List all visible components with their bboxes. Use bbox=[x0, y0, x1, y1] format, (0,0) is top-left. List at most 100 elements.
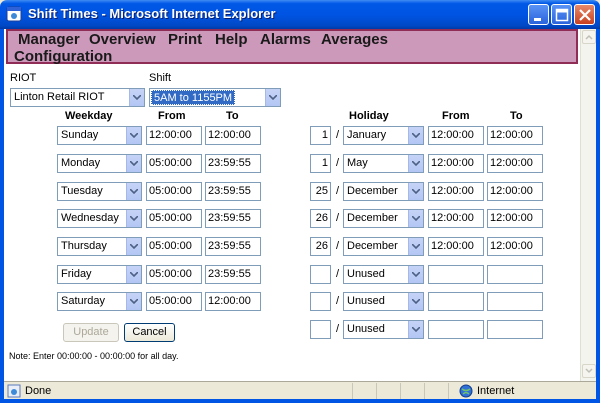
menu-item-manager[interactable]: Manager bbox=[18, 31, 80, 48]
holiday-to-input[interactable]: 12:00:00 bbox=[487, 154, 543, 173]
weekday-to-input[interactable]: 23:59:55 bbox=[205, 154, 261, 173]
holiday-day-input[interactable] bbox=[310, 292, 331, 311]
weekday-dropdown-button[interactable] bbox=[126, 266, 141, 283]
holiday-month-select[interactable]: December bbox=[343, 182, 424, 201]
weekday-from-input[interactable]: 05:00:00 bbox=[146, 237, 202, 256]
holiday-month-dropdown-button[interactable] bbox=[408, 210, 423, 227]
holiday-from-input[interactable] bbox=[428, 292, 484, 311]
weekday-dropdown-button[interactable] bbox=[126, 210, 141, 227]
holiday-to-input[interactable] bbox=[487, 265, 543, 284]
scroll-up-button[interactable] bbox=[582, 30, 596, 44]
weekday-to-input[interactable]: 23:59:55 bbox=[205, 265, 261, 284]
holiday-month-select[interactable]: Unused bbox=[343, 265, 424, 284]
vertical-scrollbar[interactable] bbox=[580, 29, 596, 381]
weekday-to-input[interactable]: 23:59:55 bbox=[205, 209, 261, 228]
holiday-day-input[interactable]: 26 bbox=[310, 209, 331, 228]
holiday-month-dropdown-button[interactable] bbox=[408, 266, 423, 283]
holiday-from-input[interactable]: 12:00:00 bbox=[428, 237, 484, 256]
holiday-month-dropdown-button[interactable] bbox=[408, 155, 423, 172]
holiday-month-value: Unused bbox=[347, 323, 385, 335]
holiday-to-input[interactable] bbox=[487, 292, 543, 311]
holiday-month-select[interactable]: December bbox=[343, 237, 424, 256]
weekday-to-input[interactable]: 23:59:55 bbox=[205, 182, 261, 201]
weekday-from-input[interactable]: 12:00:00 bbox=[146, 126, 202, 145]
weekday-select[interactable]: Thursday bbox=[57, 237, 142, 256]
menu-item-overview[interactable]: Overview bbox=[89, 31, 156, 48]
menu-item-print[interactable]: Print bbox=[168, 31, 202, 48]
holiday-month-dropdown-button[interactable] bbox=[408, 293, 423, 310]
weekday-select[interactable]: Monday bbox=[57, 154, 142, 173]
weekday-from-input[interactable]: 05:00:00 bbox=[146, 182, 202, 201]
holiday-from-input[interactable]: 12:00:00 bbox=[428, 154, 484, 173]
weekday-from-input[interactable]: 05:00:00 bbox=[146, 292, 202, 311]
menu-item-help[interactable]: Help bbox=[215, 31, 248, 48]
holiday-to-input[interactable]: 12:00:00 bbox=[487, 126, 543, 145]
holiday-month-value: December bbox=[347, 212, 398, 224]
holiday-day-input[interactable]: 1 bbox=[310, 154, 331, 173]
holiday-to-input[interactable]: 12:00:00 bbox=[487, 209, 543, 228]
weekday-dropdown-button[interactable] bbox=[126, 183, 141, 200]
weekday-dropdown-button[interactable] bbox=[126, 293, 141, 310]
menu-item-configuration[interactable]: Configuration bbox=[14, 48, 112, 65]
weekday-to-input[interactable]: 12:00:00 bbox=[205, 126, 261, 145]
holiday-month-select[interactable]: January bbox=[343, 126, 424, 145]
holiday-to-input[interactable]: 12:00:00 bbox=[487, 237, 543, 256]
minimize-button[interactable] bbox=[528, 4, 549, 25]
shift-dropdown-button[interactable] bbox=[265, 89, 280, 106]
holiday-day-input[interactable]: 1 bbox=[310, 126, 331, 145]
menu-item-averages[interactable]: Averages bbox=[321, 31, 388, 48]
holiday-day-input[interactable]: 26 bbox=[310, 237, 331, 256]
weekday-value: Thursday bbox=[61, 240, 107, 252]
weekday-select[interactable]: Saturday bbox=[57, 292, 142, 311]
holiday-month-select[interactable]: December bbox=[343, 209, 424, 228]
update-button[interactable]: Update bbox=[63, 323, 119, 342]
maximize-button[interactable] bbox=[551, 4, 572, 25]
weekday-select[interactable]: Wednesday bbox=[57, 209, 142, 228]
holiday-to-input[interactable]: 12:00:00 bbox=[487, 182, 543, 201]
weekday-from-input[interactable]: 05:00:00 bbox=[146, 209, 202, 228]
holiday-month-select[interactable]: Unused bbox=[343, 320, 424, 339]
holiday-from-input[interactable] bbox=[428, 265, 484, 284]
holiday-to-input[interactable] bbox=[487, 320, 543, 339]
holiday-month-select[interactable]: Unused bbox=[343, 292, 424, 311]
holiday-day-input[interactable]: 25 bbox=[310, 182, 331, 201]
holiday-from-value: 12:00:00 bbox=[431, 129, 474, 141]
menu-item-alarms[interactable]: Alarms bbox=[260, 31, 311, 48]
riot-dropdown-button[interactable] bbox=[129, 89, 144, 106]
weekday-select[interactable]: Tuesday bbox=[57, 182, 142, 201]
holiday-from-input[interactable]: 12:00:00 bbox=[428, 209, 484, 228]
holiday-month-dropdown-button[interactable] bbox=[408, 321, 423, 338]
weekday-to-input[interactable]: 12:00:00 bbox=[205, 292, 261, 311]
weekday-dropdown-button[interactable] bbox=[126, 238, 141, 255]
holiday-from-input[interactable]: 12:00:00 bbox=[428, 126, 484, 145]
riot-select[interactable]: Linton Retail RIOT bbox=[10, 88, 145, 107]
weekday-select[interactable]: Sunday bbox=[57, 126, 142, 145]
date-separator: / bbox=[336, 157, 340, 169]
holiday-to-header: To bbox=[510, 110, 523, 122]
weekday-to-input[interactable]: 23:59:55 bbox=[205, 237, 261, 256]
holiday-month-dropdown-button[interactable] bbox=[408, 127, 423, 144]
holiday-day-input[interactable] bbox=[310, 320, 331, 339]
weekday-from-input[interactable]: 05:00:00 bbox=[146, 154, 202, 173]
close-button[interactable] bbox=[574, 4, 595, 25]
weekday-value: Saturday bbox=[61, 295, 106, 307]
holiday-from-value: 12:00:00 bbox=[431, 157, 474, 169]
title-bar[interactable]: Shift Times - Microsoft Internet Explore… bbox=[0, 0, 600, 29]
holiday-month-dropdown-button[interactable] bbox=[408, 238, 423, 255]
holiday-month-dropdown-button[interactable] bbox=[408, 183, 423, 200]
holiday-from-input[interactable]: 12:00:00 bbox=[428, 182, 484, 201]
weekday-dropdown-button[interactable] bbox=[126, 155, 141, 172]
cancel-button[interactable]: Cancel bbox=[124, 323, 175, 342]
date-separator: / bbox=[336, 185, 340, 197]
holiday-day-input[interactable] bbox=[310, 265, 331, 284]
shift-select[interactable]: 5AM to 1155PM bbox=[149, 88, 281, 107]
weekday-select[interactable]: Friday bbox=[57, 265, 142, 284]
date-separator: / bbox=[336, 323, 340, 335]
weekday-from-input[interactable]: 05:00:00 bbox=[146, 265, 202, 284]
page-done-icon bbox=[7, 384, 21, 398]
holiday-month-select[interactable]: May bbox=[343, 154, 424, 173]
weekday-dropdown-button[interactable] bbox=[126, 127, 141, 144]
scroll-down-button[interactable] bbox=[582, 364, 596, 378]
holiday-from-input[interactable] bbox=[428, 320, 484, 339]
holiday-to-value: 12:00:00 bbox=[490, 240, 533, 252]
